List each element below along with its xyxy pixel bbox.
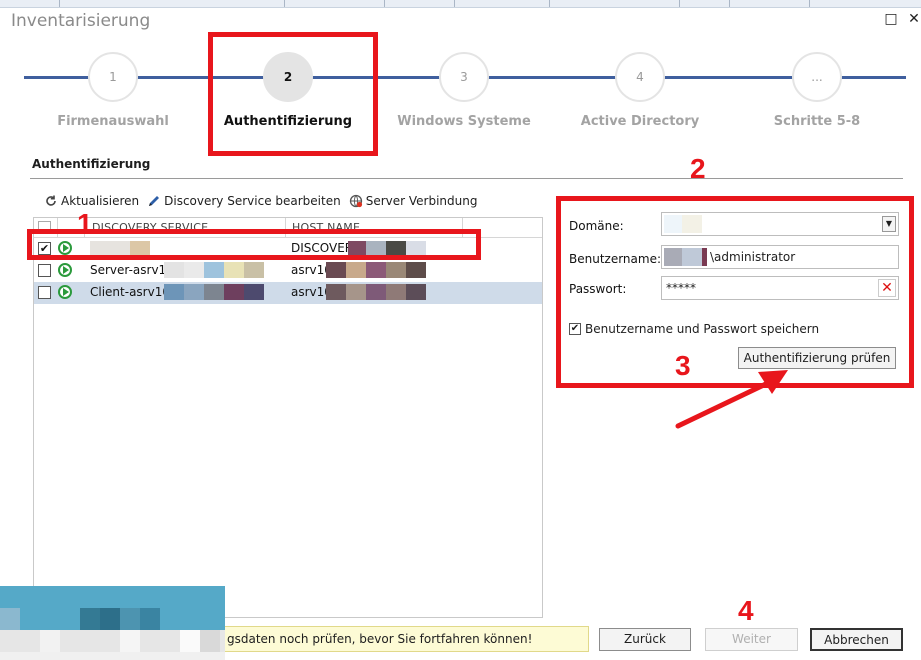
redacted-block [244,262,264,278]
redacted-block [164,284,184,300]
redacted-block [184,262,204,278]
domain-select[interactable]: ▼ [661,212,899,236]
play-icon [58,263,72,277]
redacted-block [406,262,426,278]
annotation-box-row [27,229,481,260]
step-more-circle: ... [792,52,842,102]
redacted-block [366,284,386,300]
edit-discovery-service-label: Discovery Service bearbeiten [164,194,341,208]
annotation-number-2: 2 [690,153,706,184]
save-credentials-label: Benutzername und Passwort speichern [585,322,820,336]
row-checkbox[interactable] [38,264,51,277]
chevron-down-icon[interactable]: ▼ [882,216,896,232]
close-icon[interactable]: ✕ [906,11,921,27]
server-connection-button[interactable]: Server Verbindung [349,194,478,208]
redacted-block [346,262,366,278]
redacted-block [326,284,346,300]
redacted-block [164,262,184,278]
password-input[interactable]: ***** ✕ [661,276,899,300]
step-1-label: Firmenauswahl [57,114,169,129]
taskbar-strip [0,0,921,8]
redacted-block [664,215,682,233]
redacted-block [224,284,244,300]
refresh-button[interactable]: Aktualisieren [44,194,139,208]
grid-toolbar: Aktualisieren Discovery Service bearbeit… [44,192,477,210]
redacted-block [224,262,244,278]
annotation-number-1: 1 [77,208,93,239]
table-row[interactable]: Server-asrv10. asrv10. [34,260,542,282]
step-4-circle: 4 [615,52,665,102]
redacted-block [702,248,707,266]
server-connection-icon [349,194,363,208]
save-credentials-check[interactable]: ✔ [569,323,581,335]
next-button[interactable]: Weiter [705,628,798,651]
section-title: Authentifizierung [32,157,151,171]
redacted-block [664,248,682,266]
step-3-label: Windows Systeme [397,114,531,129]
redacted-block [386,262,406,278]
clear-icon[interactable]: ✕ [878,279,896,297]
redacted-block [184,284,204,300]
redacted-block [204,262,224,278]
redacted-block [682,248,702,266]
section-divider [30,178,903,179]
redacted-block [204,284,224,300]
username-value: \administrator [710,250,796,264]
step-4-label: Active Directory [580,114,700,129]
redacted-block [406,284,426,300]
save-credentials-checkbox[interactable]: ✔ Benutzername und Passwort speichern [569,322,819,336]
step-more-label: Schritte 5-8 [773,114,861,129]
username-input[interactable]: \administrator [661,245,899,269]
play-icon [58,285,72,299]
password-label: Passwort: [569,282,627,296]
pencil-icon [147,194,161,208]
annotation-number-4: 4 [738,595,754,626]
back-button[interactable]: Zurück [599,628,691,651]
refresh-icon [44,194,58,208]
username-label: Benutzername: [569,252,662,266]
domain-label: Domäne: [569,219,624,233]
password-value: ***** [666,281,696,295]
annotation-box-step [208,32,378,156]
refresh-label: Aktualisieren [61,194,140,208]
step-3-circle: 3 [439,52,489,102]
window-title: Inventarisierung [11,11,151,31]
row-service: Client-asrv10. [90,285,174,299]
maximize-icon[interactable]: □ [883,11,899,27]
status-message: gsdaten noch prüfen, bevor Sie fortfahre… [227,632,533,646]
redacted-block [386,284,406,300]
redacted-block [682,215,702,233]
redacted-image-block [0,586,225,660]
discovery-service-grid: DISCOVERY SERVICE HOST NAME ✔ DISCOVERY … [33,217,543,618]
edit-discovery-service-button[interactable]: Discovery Service bearbeiten [147,194,341,208]
step-1-circle: 1 [88,52,138,102]
redacted-block [346,284,366,300]
table-row[interactable]: Client-asrv10. asrv10. [34,282,542,304]
redacted-block [244,284,264,300]
annotation-arrow-icon [675,370,788,429]
redacted-block [366,262,386,278]
row-checkbox[interactable] [38,286,51,299]
cancel-button[interactable]: Abbrechen [810,628,903,651]
server-connection-label: Server Verbindung [365,194,478,208]
redacted-block [326,262,346,278]
